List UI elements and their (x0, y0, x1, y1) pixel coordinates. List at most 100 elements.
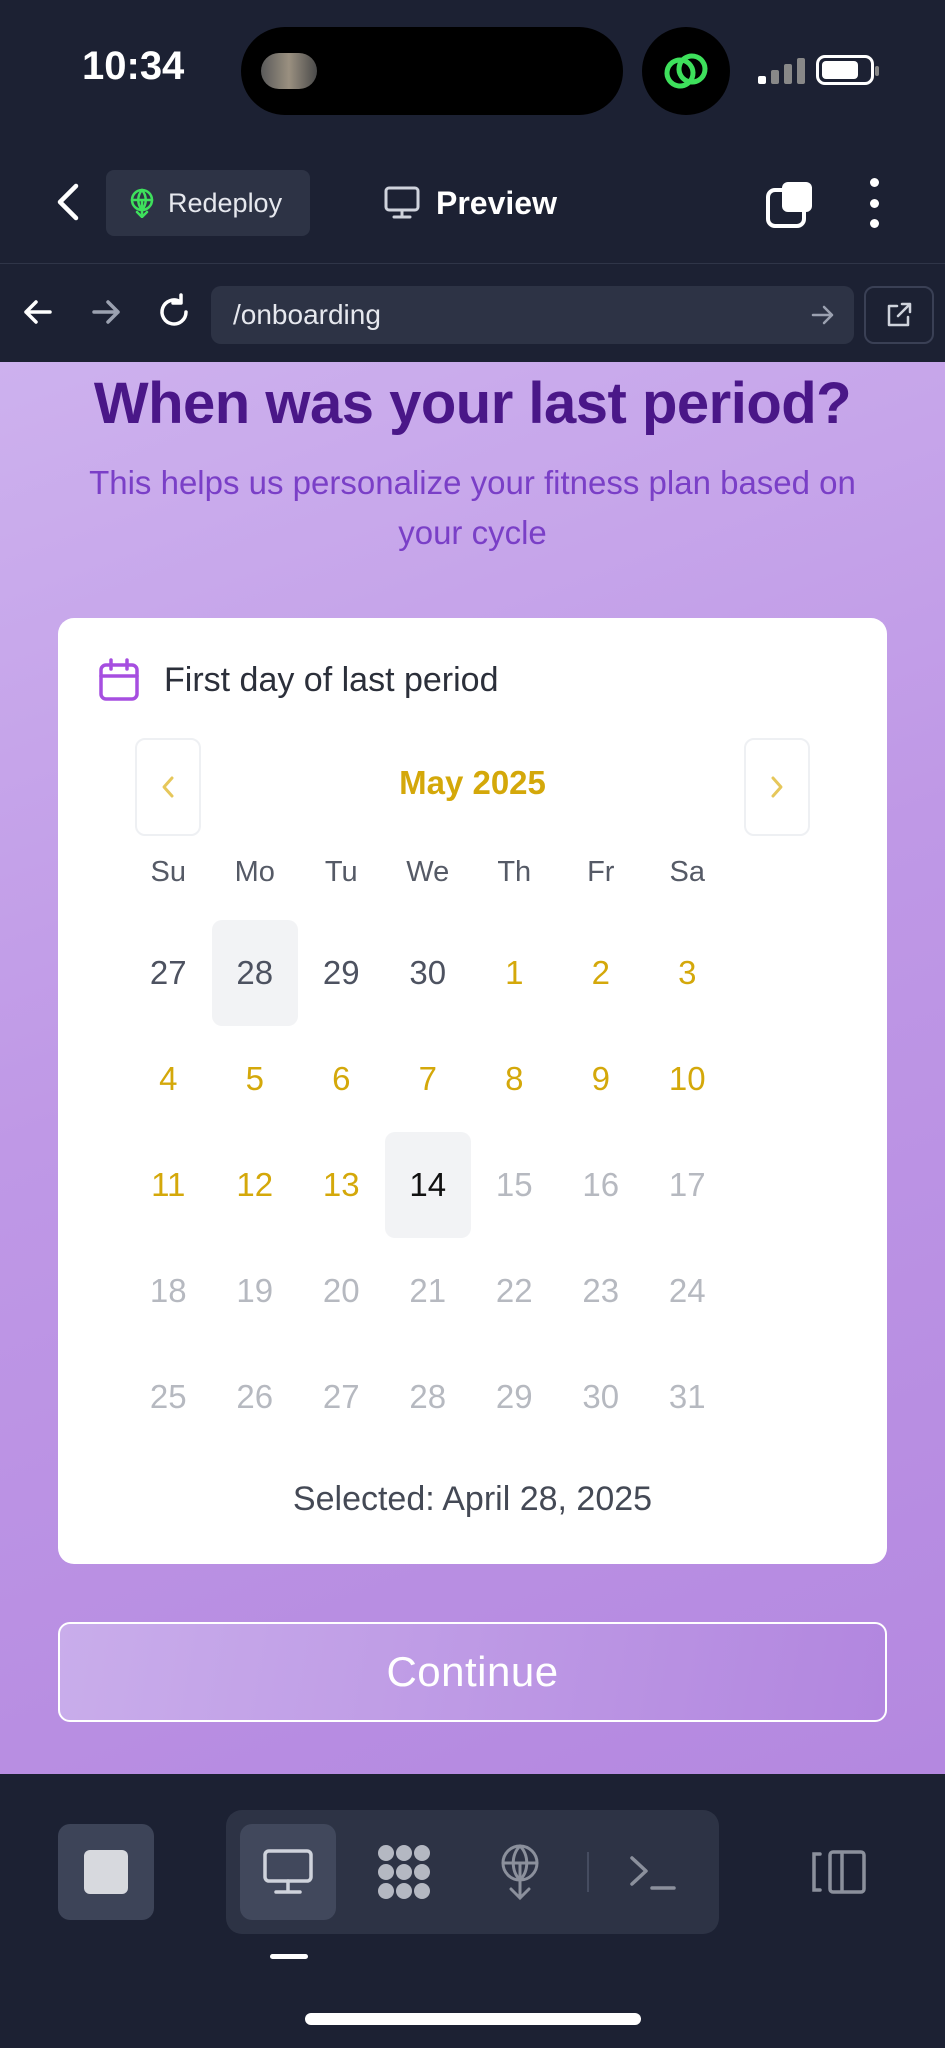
battery-icon (816, 55, 879, 85)
nodes-icon (378, 1845, 430, 1899)
browser-bar: /onboarding (0, 264, 945, 362)
calendar-day[interactable]: 2 (558, 920, 645, 1026)
calendar-day-disabled: 21 (409, 1272, 447, 1309)
weekday-label: Su (150, 856, 186, 888)
more-options-button[interactable] (862, 178, 886, 228)
signal-icon (758, 56, 805, 84)
calendar-day-disabled: 18 (149, 1272, 187, 1309)
view-tab-group (226, 1810, 719, 1934)
link-activity-icon (642, 27, 730, 115)
weekday-label: Fr (587, 856, 615, 888)
calendar-day[interactable]: 10 (644, 1026, 731, 1132)
open-external-button[interactable] (864, 286, 934, 344)
weekday-label: Mo (234, 856, 275, 888)
panel-layout-button[interactable] (808, 1824, 872, 1920)
back-button[interactable] (50, 180, 90, 224)
onboarding-page: When was your last period? This helps us… (0, 362, 945, 1774)
calendar-day-disabled: 29 (495, 1378, 533, 1415)
calendar-day[interactable]: 11 (125, 1132, 212, 1238)
stop-button[interactable] (58, 1824, 154, 1920)
stop-icon (84, 1850, 128, 1894)
calendar-day-disabled: 17 (668, 1166, 706, 1203)
calendar-day[interactable]: 27 (125, 920, 212, 1026)
terminal-icon (630, 1856, 676, 1890)
browser-forward-button[interactable] (86, 292, 126, 332)
chevron-left-icon (57, 183, 79, 221)
calendar-day[interactable]: 8 (471, 1026, 558, 1132)
monitor-icon (384, 186, 420, 219)
active-tab-indicator (270, 1954, 308, 1959)
tabs-button[interactable] (764, 180, 814, 230)
tab-integrations[interactable] (356, 1824, 452, 1920)
arrow-right-icon (92, 300, 120, 324)
calendar-day-disabled: 16 (582, 1166, 620, 1203)
weekday-label: We (406, 856, 450, 888)
reload-icon (160, 293, 188, 326)
question-subtitle: This helps us personalize your fitness p… (89, 464, 856, 551)
redeploy-button[interactable]: Redeploy (106, 170, 310, 236)
next-month-button[interactable] (744, 738, 810, 836)
deploy-globe-icon (501, 1844, 539, 1901)
calendar-day-today[interactable]: 14 (384, 1132, 471, 1238)
calendar-card: First day of last period May 2025 Su Mo … (58, 618, 887, 1564)
calendar-day[interactable]: 5 (212, 1026, 299, 1132)
calendar-day[interactable]: 30 (385, 920, 472, 1026)
url-text: /onboarding (233, 299, 381, 330)
tab-deploy[interactable] (472, 1824, 568, 1920)
calendar-day-disabled: 22 (495, 1272, 533, 1309)
calendar-day[interactable]: 1 (471, 920, 558, 1026)
dynamic-island (241, 27, 623, 115)
side-panel-icon (812, 1850, 866, 1894)
reload-button[interactable] (154, 292, 194, 332)
external-link-icon (887, 302, 912, 327)
calendar-day-disabled: 28 (409, 1378, 447, 1415)
media-thumbnail (261, 53, 317, 89)
question-title: When was your last period? (93, 371, 852, 436)
calendar-day-disabled: 20 (322, 1272, 360, 1309)
preview-label: Preview (436, 184, 557, 221)
calendar-icon (99, 658, 139, 701)
weekday-header: Su Mo Tu We Th Fr Sa (125, 856, 731, 889)
tab-terminal[interactable] (605, 1824, 701, 1920)
weekday-label: Sa (669, 856, 705, 888)
tab-preview[interactable] (240, 1824, 336, 1920)
go-arrow-icon[interactable] (810, 302, 836, 328)
preview-toggle[interactable]: Preview (384, 170, 557, 236)
url-input[interactable]: /onboarding (211, 286, 854, 344)
tab-divider (587, 1852, 589, 1892)
windows-icon (766, 182, 812, 228)
calendar-day-disabled: 27 (322, 1378, 360, 1415)
calendar-day-disabled: 30 (582, 1378, 620, 1415)
calendar-day[interactable]: 7 (385, 1026, 472, 1132)
calendar-day-disabled: 31 (668, 1378, 706, 1415)
calendar-day[interactable]: 4 (125, 1026, 212, 1132)
status-time: 10:34 (82, 44, 185, 88)
deploy-globe-icon (130, 188, 154, 218)
calendar-day-disabled: 26 (236, 1378, 274, 1415)
calendar-day-disabled: 25 (149, 1378, 187, 1415)
calendar-day-selected[interactable]: 28 (211, 920, 298, 1026)
weekday-label: Tu (324, 856, 358, 888)
redeploy-label: Redeploy (168, 187, 283, 218)
calendar-day-disabled: 19 (236, 1272, 274, 1309)
calendar-grid: 27 28 29 30 1 2 3 4 5 6 7 8 9 10 11 12 1… (125, 920, 731, 1450)
calendar-day[interactable]: 12 (212, 1132, 299, 1238)
calendar-day[interactable]: 6 (298, 1026, 385, 1132)
app-toolbar: Redeploy Preview (0, 140, 945, 264)
calendar-day-disabled: 15 (495, 1166, 533, 1203)
home-indicator (305, 2013, 641, 2025)
browser-back-button[interactable] (18, 292, 58, 332)
calendar-day[interactable]: 3 (644, 920, 731, 1026)
calendar-day[interactable]: 13 (298, 1132, 385, 1238)
selected-date-text: Selected: April 28, 2025 (292, 1480, 653, 1518)
bottom-bar (0, 1774, 945, 2048)
status-bar: 10:34 (0, 0, 945, 140)
weekday-label: Th (497, 856, 532, 888)
calendar-day[interactable]: 29 (298, 920, 385, 1026)
card-header: First day of last period (98, 658, 498, 702)
continue-button[interactable]: Continue (58, 1622, 887, 1722)
monitor-icon (263, 1849, 313, 1894)
calendar-day-disabled: 23 (582, 1272, 620, 1309)
calendar-day[interactable]: 9 (558, 1026, 645, 1132)
card-title: First day of last period (164, 660, 499, 699)
